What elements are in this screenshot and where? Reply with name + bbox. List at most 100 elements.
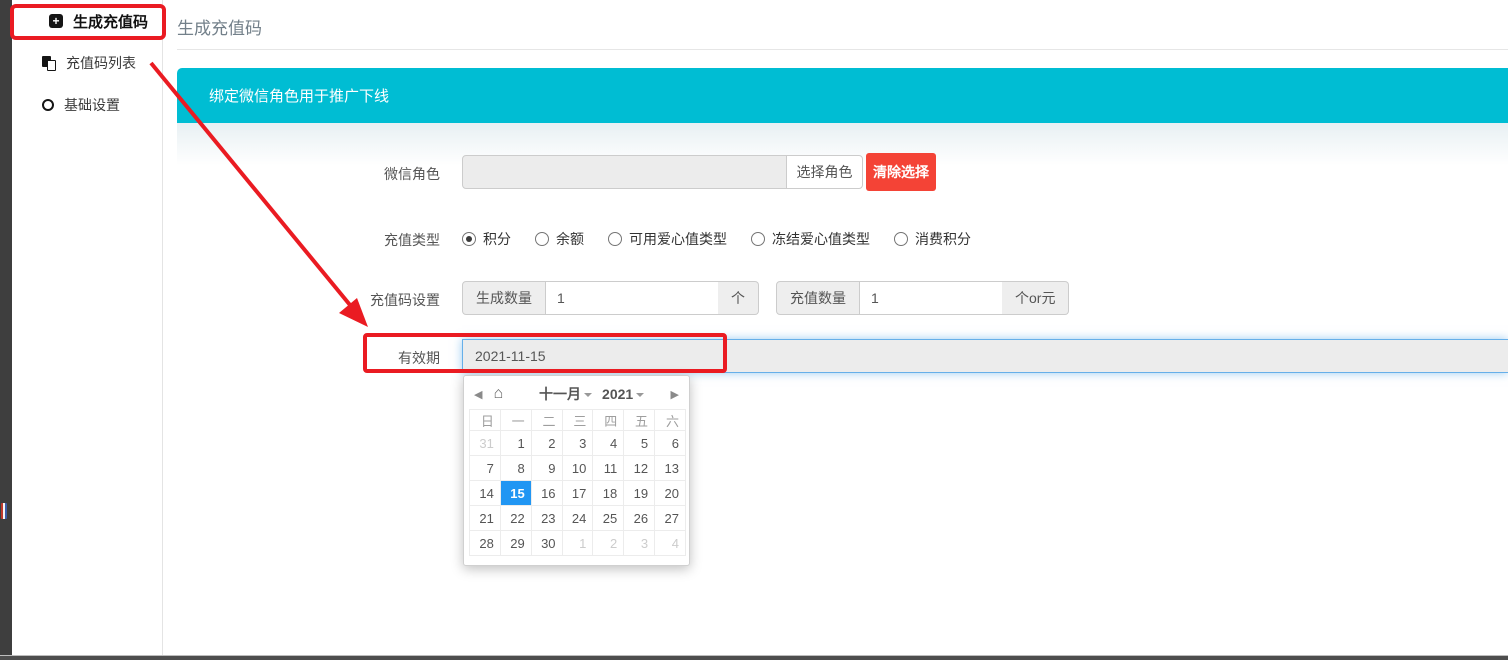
calendar-weekday: 一: [500, 410, 531, 431]
panel-header: 绑定微信角色用于推广下线: [177, 68, 1508, 123]
input-group-addon-suffix: 个: [718, 281, 759, 315]
calendar-day[interactable]: 30: [531, 531, 562, 556]
recharge-quantity-group: 充值数量 个or元: [776, 281, 1069, 315]
calendar-day[interactable]: 3: [624, 531, 655, 556]
recharge-type-option-2[interactable]: 可用爱心值类型: [608, 229, 727, 249]
calendar-day[interactable]: 25: [593, 506, 624, 531]
radio-option-label: 消费积分: [915, 229, 971, 249]
calendar-day[interactable]: 22: [500, 506, 531, 531]
home-icon[interactable]: ⌂: [493, 386, 503, 402]
calendar-grid: 日一二三四五六 31123456789101112131415161718192…: [469, 409, 686, 556]
radio-icon[interactable]: [751, 232, 765, 246]
calendar-day[interactable]: 16: [531, 481, 562, 506]
calendar-day[interactable]: 27: [655, 506, 686, 531]
app-window: +生成充值码充值码列表基础设置 生成充值码 绑定微信角色用于推广下线 微信角色 …: [0, 0, 1508, 660]
radio-option-label: 可用爱心值类型: [629, 229, 727, 249]
calendar-day[interactable]: 11: [593, 456, 624, 481]
panel-header-text: 绑定微信角色用于推广下线: [209, 85, 389, 106]
calendar-day[interactable]: 20: [655, 481, 686, 506]
calendar-day[interactable]: 6: [655, 431, 686, 456]
month-select[interactable]: 十一月: [539, 384, 592, 404]
calendar-day[interactable]: 1: [562, 531, 593, 556]
calendar-day[interactable]: 18: [593, 481, 624, 506]
calendar-day[interactable]: 17: [562, 481, 593, 506]
sidebar-item-label: 生成充值码: [73, 11, 148, 32]
sidebar-item-generate-code[interactable]: + 生成充值码: [12, 0, 162, 42]
radio-option-label: 余额: [556, 229, 584, 249]
calendar-day[interactable]: 2: [531, 431, 562, 456]
prev-month-icon[interactable]: ◀: [474, 388, 482, 401]
circle-icon: [42, 99, 54, 111]
calendar-day[interactable]: 15: [500, 481, 531, 506]
calendar-day[interactable]: 5: [624, 431, 655, 456]
calendar-weekday: 五: [624, 410, 655, 431]
input-group-addon-suffix: 个or元: [1002, 281, 1069, 315]
calendar-weekday: 六: [655, 410, 686, 431]
calendar-weekday: 四: [593, 410, 624, 431]
calendar-day[interactable]: 3: [562, 431, 593, 456]
sidebar-item-code-list[interactable]: 充值码列表: [12, 42, 162, 84]
generate-quantity-input[interactable]: [546, 281, 718, 315]
radio-icon[interactable]: [462, 232, 476, 246]
calendar-day[interactable]: 14: [470, 481, 501, 506]
input-group-addon-label: 充值数量: [776, 281, 860, 315]
page-title: 生成充值码: [177, 14, 262, 39]
calendar-day[interactable]: 7: [470, 456, 501, 481]
generate-quantity-group: 生成数量 个: [462, 281, 759, 315]
window-bottom-bar: [0, 656, 1508, 660]
next-month-icon[interactable]: ▶: [671, 388, 679, 401]
calendar-day[interactable]: 21: [470, 506, 501, 531]
calendar-day[interactable]: 1: [500, 431, 531, 456]
validity-date-input[interactable]: [462, 339, 1508, 373]
code-settings-label: 充值码设置: [340, 290, 440, 310]
recharge-type-label: 充值类型: [340, 230, 440, 250]
chevron-down-icon: [584, 393, 592, 397]
chevron-down-icon: [636, 393, 644, 397]
wechat-role-input[interactable]: [462, 155, 787, 189]
calendar-day[interactable]: 31: [470, 431, 501, 456]
radio-option-label: 冻结爱心值类型: [772, 229, 870, 249]
calendar-day[interactable]: 13: [655, 456, 686, 481]
radio-icon[interactable]: [608, 232, 622, 246]
calendar-day[interactable]: 24: [562, 506, 593, 531]
calendar-day[interactable]: 26: [624, 506, 655, 531]
recharge-type-radio-group: 积分 余额 可用爱心值类型 冻结爱心值类型 消费积分: [462, 229, 971, 249]
copy-icon: [42, 56, 56, 71]
recharge-type-option-0[interactable]: 积分: [462, 229, 511, 249]
radio-icon[interactable]: [535, 232, 549, 246]
input-group-addon-label: 生成数量: [462, 281, 546, 315]
recharge-type-option-4[interactable]: 消费积分: [894, 229, 971, 249]
calendar-day[interactable]: 2: [593, 531, 624, 556]
calendar-day[interactable]: 9: [531, 456, 562, 481]
year-select[interactable]: 2021: [602, 386, 644, 402]
sidebar-item-basic-settings[interactable]: 基础设置: [12, 84, 162, 126]
calendar-weekday: 三: [562, 410, 593, 431]
calendar-day[interactable]: 29: [500, 531, 531, 556]
recharge-type-option-3[interactable]: 冻结爱心值类型: [751, 229, 870, 249]
calendar-day[interactable]: 10: [562, 456, 593, 481]
sidebar-nav: + 生成充值码充值码列表基础设置: [12, 0, 163, 660]
validity-label: 有效期: [340, 348, 440, 368]
plus-square-icon: +: [49, 14, 63, 28]
sidebar-item-label: 充值码列表: [66, 53, 136, 73]
select-role-button[interactable]: 选择角色: [786, 155, 863, 189]
title-divider: [177, 49, 1508, 50]
clear-selection-button[interactable]: 清除选择: [866, 153, 936, 191]
radio-icon[interactable]: [894, 232, 908, 246]
recharge-quantity-input[interactable]: [860, 281, 1002, 315]
wechat-role-label: 微信角色: [340, 164, 440, 184]
year-select-label: 2021: [602, 386, 633, 402]
calendar-day[interactable]: 4: [655, 531, 686, 556]
recharge-type-option-1[interactable]: 余额: [535, 229, 584, 249]
radio-option-label: 积分: [483, 229, 511, 249]
calendar-day[interactable]: 4: [593, 431, 624, 456]
calendar-day[interactable]: 28: [470, 531, 501, 556]
datepicker-popup: ◀ ⌂ 十一月 2021 ▶ 日一二三四五六 31123456789101112…: [463, 375, 690, 566]
extension-handle-icon[interactable]: [1, 503, 7, 519]
window-left-edge: [0, 0, 12, 660]
calendar-day[interactable]: 12: [624, 456, 655, 481]
calendar-day[interactable]: 8: [500, 456, 531, 481]
datepicker-header: ◀ ⌂ 十一月 2021 ▶: [469, 381, 684, 407]
calendar-day[interactable]: 19: [624, 481, 655, 506]
calendar-day[interactable]: 23: [531, 506, 562, 531]
